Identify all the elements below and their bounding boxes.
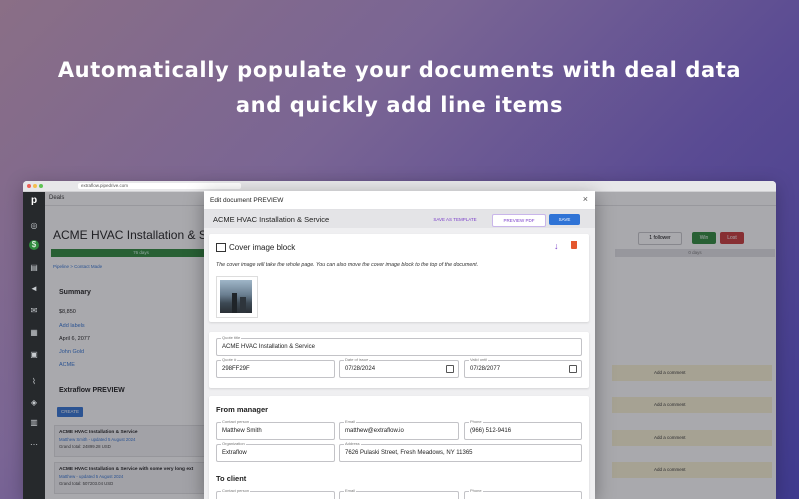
mail-icon[interactable]: ✉ bbox=[29, 306, 39, 316]
manager-address-field[interactable]: Address 7626 Pulaski Street, Fresh Meado… bbox=[339, 441, 582, 462]
field-label: Phone bbox=[469, 419, 483, 424]
document-title: ACME HVAC Installation & Service bbox=[213, 215, 330, 224]
pipedrive-logo-icon[interactable]: p bbox=[29, 196, 39, 206]
client-email-field[interactable]: Email bbox=[339, 488, 459, 499]
quote-details-block: Quote title ACME HVAC Installation & Ser… bbox=[209, 332, 589, 388]
field-label: Organization bbox=[221, 441, 246, 446]
cover-image-block: Cover image block ↓ The cover image will… bbox=[209, 234, 589, 322]
calendar-icon[interactable] bbox=[569, 365, 577, 373]
app-sidebar: p ◎ $ ▤ ◄ ✉ ▦ ▣ ⌇ ◈ ▥ ⋯ bbox=[23, 192, 45, 499]
to-client-heading: To client bbox=[216, 474, 247, 483]
field-value: 07/28/2024 bbox=[345, 366, 376, 372]
client-phone-field[interactable]: Phone bbox=[464, 488, 582, 499]
maximize-window-dot[interactable] bbox=[39, 184, 43, 188]
calendar-icon[interactable] bbox=[446, 365, 454, 373]
chart-icon[interactable]: ⌇ bbox=[29, 377, 39, 387]
headline-line-1: Automatically populate your documents wi… bbox=[57, 58, 742, 82]
field-value: matthew@extraflow.io bbox=[345, 428, 404, 434]
field-value: (966) 512-9416 bbox=[470, 428, 512, 434]
field-value: Extraflow bbox=[222, 450, 247, 456]
minimize-window-dot[interactable] bbox=[33, 184, 37, 188]
deals-icon[interactable]: $ bbox=[29, 240, 39, 250]
preview-pdf-button[interactable]: PREVIEW PDF bbox=[492, 214, 546, 227]
field-value: ACME HVAC Installation & Service bbox=[222, 344, 315, 350]
issue-date-field[interactable]: Date of issue 07/28/2024 bbox=[339, 357, 459, 378]
parties-block: From manager Contact person Matthew Smit… bbox=[209, 396, 589, 499]
save-button[interactable]: SAVE bbox=[549, 214, 580, 225]
field-label: Email bbox=[344, 419, 357, 424]
megaphone-icon[interactable]: ◄ bbox=[29, 284, 39, 294]
field-label: Address bbox=[344, 441, 361, 446]
quote-number-field[interactable]: Quote # 298FF29F bbox=[216, 357, 335, 378]
field-label: Quote # bbox=[221, 357, 238, 362]
address-bar[interactable]: extraflow.pipedrive.com bbox=[78, 182, 241, 189]
field-value: 7626 Pulaski Street, Fresh Meadows, NY 1… bbox=[345, 450, 473, 456]
trash-icon[interactable] bbox=[571, 241, 577, 249]
field-value: 298FF29F bbox=[222, 366, 250, 372]
building-shape bbox=[240, 297, 246, 313]
field-value: Matthew Smith bbox=[222, 428, 262, 434]
edit-document-modal: Edit document PREVIEW × ACME HVAC Instal… bbox=[204, 191, 595, 499]
manager-contact-field[interactable]: Contact person Matthew Smith bbox=[216, 419, 335, 440]
cover-block-title: Cover image block bbox=[229, 243, 296, 252]
calendar-icon[interactable]: ▦ bbox=[29, 328, 39, 338]
quote-title-field[interactable]: Quote title ACME HVAC Installation & Ser… bbox=[216, 335, 582, 356]
field-label: Contact person bbox=[221, 419, 251, 424]
field-label: Quote title bbox=[221, 335, 242, 340]
field-label: Valid until bbox=[469, 357, 489, 362]
field-label: Phone bbox=[469, 488, 483, 493]
from-manager-heading: From manager bbox=[216, 405, 269, 414]
close-icon[interactable]: × bbox=[583, 194, 588, 204]
headline-line-2: and quickly add line items bbox=[235, 93, 564, 117]
contacts-icon[interactable]: ▣ bbox=[29, 350, 39, 360]
close-window-dot[interactable] bbox=[27, 184, 31, 188]
document-toolbar: ACME HVAC Installation & Service SAVE AS… bbox=[204, 210, 595, 228]
arrow-down-icon[interactable]: ↓ bbox=[554, 241, 559, 251]
save-as-template-button[interactable]: SAVE AS TEMPLATE bbox=[424, 214, 486, 225]
target-icon[interactable]: ◎ bbox=[29, 221, 39, 231]
building-shape bbox=[232, 293, 237, 313]
more-icon[interactable]: ⋯ bbox=[29, 440, 39, 450]
field-value: 07/28/2077 bbox=[470, 366, 501, 372]
field-label: Contact person bbox=[221, 488, 251, 493]
manager-org-field[interactable]: Organization Extraflow bbox=[216, 441, 335, 462]
modal-title: Edit document PREVIEW bbox=[210, 197, 284, 204]
client-contact-field[interactable]: Contact person bbox=[216, 488, 335, 499]
box-icon[interactable]: ◈ bbox=[29, 398, 39, 408]
apps-icon[interactable]: ▥ bbox=[29, 418, 39, 428]
valid-until-field[interactable]: Valid until 07/28/2077 bbox=[464, 357, 582, 378]
modal-header: Edit document PREVIEW × bbox=[204, 191, 595, 210]
manager-phone-field[interactable]: Phone (966) 512-9416 bbox=[464, 419, 582, 440]
field-label: Email bbox=[344, 488, 357, 493]
cover-image bbox=[220, 280, 252, 313]
cover-description: The cover image will take the whole page… bbox=[216, 262, 479, 268]
clipboard-icon[interactable]: ▤ bbox=[29, 263, 39, 273]
field-label: Date of issue bbox=[344, 357, 370, 362]
image-icon bbox=[216, 243, 226, 252]
cover-image-thumbnail[interactable] bbox=[216, 276, 258, 318]
manager-email-field[interactable]: Email matthew@extraflow.io bbox=[339, 419, 459, 440]
